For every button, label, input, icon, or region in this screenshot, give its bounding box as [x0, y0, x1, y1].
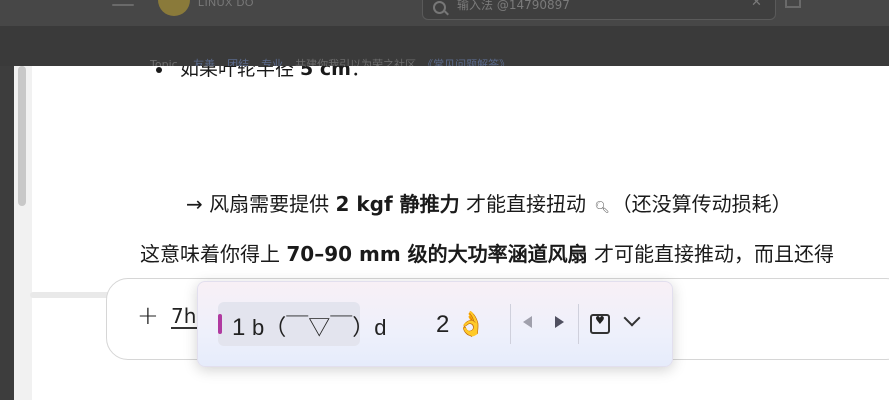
conclusion-line: 这意味着你得上 70–90 mm 级的大功率涵道风扇 才可能直接推动，而且还得	[140, 238, 834, 267]
candidate-1-text: b（￣▽￣）d	[252, 315, 387, 340]
ime-candidate-2[interactable]: 2 👌	[436, 310, 486, 339]
bullet-dot-icon	[156, 66, 162, 73]
ok-hand-emoji: 👌	[456, 311, 486, 338]
selection-indicator	[218, 314, 222, 334]
candidate-2-index: 2	[436, 311, 450, 338]
search-clear-icon[interactable]: ✕	[751, 0, 762, 10]
scrollbar-thumb[interactable]	[18, 66, 26, 206]
site-name[interactable]: LINUX DO	[198, 0, 254, 9]
search-input[interactable]: 输入法 @14790897 ✕	[422, 0, 776, 20]
bullet-item: 如果叶轮半径 5 cm：	[156, 66, 370, 81]
ime-separator	[510, 304, 511, 344]
next-page-icon[interactable]	[555, 316, 564, 328]
conclusion-post: 才可能直接推动，而且还得	[587, 242, 834, 266]
text-cursor-icon: 🔍︎	[594, 200, 610, 214]
favorite-heart-icon[interactable]	[590, 314, 610, 334]
scrollbar[interactable]	[14, 66, 32, 400]
composer-handle[interactable]	[30, 292, 110, 298]
bullet-bold: 5 cm	[300, 66, 351, 80]
thrust-line: → 风扇需要提供 2 kgf 静推力 才能直接扭动 🔍︎ （还没算传动损耗）	[186, 188, 792, 217]
candidate-1-label: 1 b（￣▽￣）d	[232, 310, 387, 342]
site-logo[interactable]	[158, 0, 190, 16]
left-gutter	[0, 66, 14, 400]
thrust-bold: 2 kgf 静推力	[335, 192, 460, 216]
candidate-1-index: 1	[232, 314, 246, 341]
add-attachment-icon[interactable]: +	[137, 301, 159, 331]
hamburger-menu-icon[interactable]	[112, 0, 134, 12]
user-menu-icon[interactable]	[785, 0, 801, 8]
search-query-text: 输入法 @14790897	[457, 0, 570, 12]
bullet-text: 如果叶轮半径 5 cm：	[180, 66, 370, 80]
conclusion-bold: 70–90 mm 级的大功率涵道风扇	[286, 242, 588, 266]
prev-page-icon[interactable]	[523, 316, 532, 328]
thrust-post: （还没算传动损耗）	[611, 192, 792, 216]
conclusion-pre: 这意味着你得上	[140, 242, 287, 266]
thrust-pre: 风扇需要提供	[209, 192, 336, 216]
expand-chevron-icon[interactable]	[623, 309, 641, 327]
search-icon	[433, 1, 446, 14]
site-header: LINUX DO 输入法 @14790897 ✕	[0, 0, 889, 26]
thrust-mid: 才能直接扭动	[459, 192, 593, 216]
ime-candidate-1[interactable]: 1 b（￣▽￣）d	[218, 302, 387, 346]
arrow-glyph: →	[186, 192, 203, 216]
ime-candidate-window: 1 b（￣▽￣）d 2 👌	[197, 281, 673, 367]
ime-separator	[578, 304, 579, 344]
